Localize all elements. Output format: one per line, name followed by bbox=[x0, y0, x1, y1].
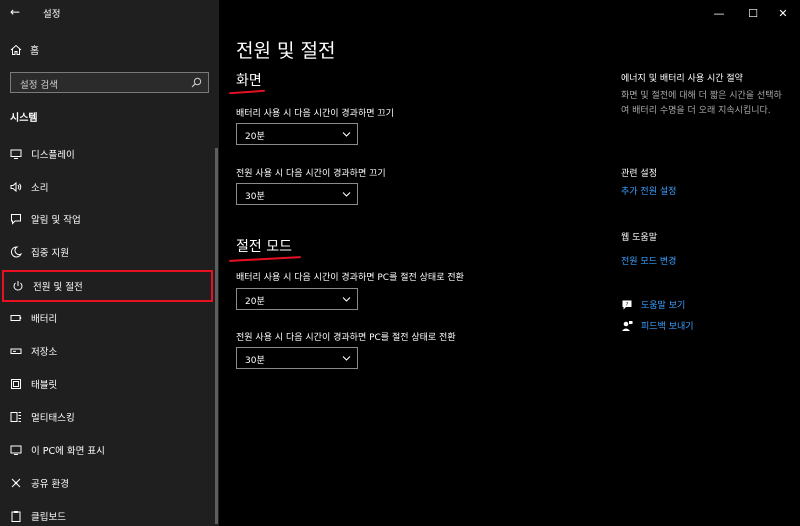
red-annotation-underline bbox=[228, 256, 302, 262]
back-arrow-icon[interactable]: ← bbox=[10, 5, 20, 19]
search-icon bbox=[191, 77, 202, 88]
sidebar-item-display[interactable]: 디스플레이 bbox=[0, 138, 214, 170]
sidebar-scrollbar[interactable] bbox=[215, 148, 218, 524]
dropdown-value: 30분 bbox=[245, 192, 265, 202]
screen-plugged-label: 전원 사용 시 다음 시간이 경과하면 끄기 bbox=[236, 169, 386, 179]
sidebar-item-label: 태블릿 bbox=[31, 380, 58, 391]
send-feedback-link[interactable]: 피드백 보내기 bbox=[621, 319, 694, 332]
sidebar-item-multitasking[interactable]: 멀티태스킹 bbox=[0, 401, 214, 433]
minimize-button[interactable]: — bbox=[702, 0, 736, 26]
tablet-icon bbox=[11, 379, 21, 389]
chevron-down-icon bbox=[342, 192, 351, 197]
title-bar-left: ← 설정 bbox=[0, 0, 219, 26]
section-label: 시스템 bbox=[10, 113, 38, 124]
chevron-down-icon bbox=[342, 297, 351, 302]
power-icon bbox=[13, 281, 23, 291]
sidebar-item-label: 이 PC에 화면 표시 bbox=[31, 446, 105, 457]
sleep-battery-label: 배터리 사용 시 다음 시간이 경과하면 PC를 절전 상태로 전환 bbox=[236, 273, 464, 283]
sidebar-item-label: 집중 지원 bbox=[31, 248, 69, 259]
dropdown-value: 20분 bbox=[245, 297, 265, 307]
get-help-link[interactable]: ? 도움말 보기 bbox=[621, 298, 685, 311]
sidebar-item-label: 디스플레이 bbox=[31, 150, 75, 161]
red-annotation-underline bbox=[228, 89, 266, 95]
sleep-plugged-label: 전원 사용 시 다음 시간이 경과하면 PC를 절전 상태로 전환 bbox=[236, 333, 456, 343]
search-input[interactable]: 설정 검색 bbox=[20, 77, 58, 91]
sidebar-item-battery[interactable]: 배터리 bbox=[0, 302, 214, 334]
project-icon bbox=[10, 445, 22, 455]
app-title: 설정 bbox=[43, 9, 61, 20]
close-button[interactable]: ✕ bbox=[766, 0, 800, 26]
clipboard-icon bbox=[11, 511, 21, 522]
sidebar-item-label: 클립보드 bbox=[31, 512, 66, 523]
sound-icon bbox=[10, 181, 22, 193]
sidebar-item-label: 전원 및 절전 bbox=[33, 282, 83, 293]
sidebar-item-label: 배터리 bbox=[31, 314, 58, 325]
sleep-plugged-dropdown[interactable]: 30분 bbox=[236, 347, 358, 369]
dropdown-value: 30분 bbox=[245, 356, 265, 366]
screen-heading: 화면 bbox=[236, 73, 262, 89]
storage-icon bbox=[10, 348, 22, 354]
sidebar-item-tablet[interactable]: 태블릿 bbox=[0, 368, 214, 400]
moon-icon bbox=[10, 246, 22, 258]
home-button[interactable]: 홈 bbox=[10, 42, 39, 57]
screen-battery-dropdown[interactable]: 20분 bbox=[236, 123, 358, 145]
sidebar-item-storage[interactable]: 저장소 bbox=[0, 335, 214, 367]
web-help-title: 웹 도움말 bbox=[621, 233, 657, 243]
energy-title: 에너지 및 배터리 사용 시간 절약 bbox=[621, 74, 743, 84]
feedback-icon bbox=[622, 320, 633, 331]
change-power-mode-link[interactable]: 전원 모드 변경 bbox=[621, 254, 676, 267]
get-help-label: 도움말 보기 bbox=[641, 301, 686, 311]
display-icon bbox=[10, 149, 22, 159]
sidebar-item-clipboard[interactable]: 클립보드 bbox=[0, 500, 214, 526]
multitasking-icon bbox=[10, 412, 21, 422]
related-settings-title: 관련 설정 bbox=[621, 169, 657, 179]
page-title: 전원 및 절전 bbox=[236, 40, 336, 62]
sidebar-item-shared[interactable]: 공유 환경 bbox=[0, 467, 214, 499]
search-box[interactable]: 설정 검색 bbox=[10, 72, 209, 93]
sidebar-item-project[interactable]: 이 PC에 화면 표시 bbox=[0, 434, 214, 466]
screen-plugged-dropdown[interactable]: 30분 bbox=[236, 183, 358, 205]
dropdown-value: 20분 bbox=[245, 132, 265, 142]
sleep-battery-dropdown[interactable]: 20분 bbox=[236, 288, 358, 310]
help-chat-icon: ? bbox=[622, 300, 632, 309]
home-icon bbox=[10, 44, 22, 55]
sidebar-item-label: 멀티태스킹 bbox=[31, 413, 75, 424]
energy-description: 화면 및 절전에 대해 더 짧은 시간을 선택하여 배터리 수명을 더 오래 지… bbox=[621, 91, 782, 116]
chevron-down-icon bbox=[342, 356, 351, 361]
send-feedback-label: 피드백 보내기 bbox=[641, 322, 694, 332]
sidebar-item-label: 알림 및 작업 bbox=[31, 215, 81, 226]
shared-icon bbox=[11, 478, 21, 488]
sidebar: ← 설정 홈 설정 검색 시스템 디스플레이 소리 알림 및 작업 집중 지원 … bbox=[0, 0, 219, 526]
screen-battery-label: 배터리 사용 시 다음 시간이 경과하면 끄기 bbox=[236, 109, 394, 119]
sidebar-item-label: 소리 bbox=[31, 183, 49, 194]
maximize-button[interactable]: ☐ bbox=[736, 0, 770, 26]
sidebar-item-label: 공유 환경 bbox=[31, 479, 69, 490]
svg-text:?: ? bbox=[626, 301, 629, 307]
sidebar-item-notifications[interactable]: 알림 및 작업 bbox=[0, 203, 214, 235]
sidebar-item-label: 저장소 bbox=[31, 347, 58, 358]
sidebar-item-focus-assist[interactable]: 집중 지원 bbox=[0, 236, 214, 268]
notification-icon bbox=[11, 214, 21, 225]
home-label: 홈 bbox=[30, 46, 40, 57]
battery-icon bbox=[10, 315, 22, 321]
chevron-down-icon bbox=[342, 132, 351, 137]
sleep-heading: 절전 모드 bbox=[236, 239, 292, 255]
sidebar-item-sound[interactable]: 소리 bbox=[0, 171, 214, 203]
sidebar-item-power-sleep[interactable]: 전원 및 절전 bbox=[2, 270, 213, 302]
additional-power-settings-link[interactable]: 추가 전원 설정 bbox=[621, 184, 676, 197]
